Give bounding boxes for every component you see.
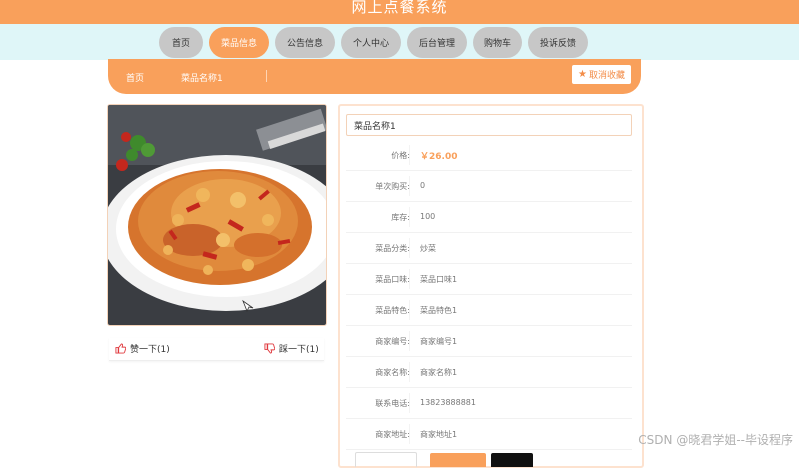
breadcrumb-separator <box>266 70 267 82</box>
unfavorite-button[interactable]: ★ 取消收藏 <box>572 65 631 84</box>
unfavorite-label: 取消收藏 <box>588 71 625 81</box>
detail-label: 联系电话: <box>375 399 410 408</box>
detail-row-stock: 库存: 100 <box>346 201 632 233</box>
nav-complaints[interactable]: 投诉反馈 <box>528 27 588 58</box>
detail-label: 菜品特色: <box>375 306 410 315</box>
phone-value: 13823888881 <box>420 398 476 407</box>
dish-image <box>107 104 327 326</box>
buy-now-button[interactable] <box>491 453 533 467</box>
top-header: 网上点餐系统 <box>0 0 799 24</box>
quantity-stepper[interactable] <box>355 452 417 467</box>
nav-personal-center[interactable]: 个人中心 <box>341 27 401 58</box>
category-value: 炒菜 <box>420 244 436 253</box>
merchant-id-value: 商家编号1 <box>420 337 458 346</box>
detail-row-category: 菜品分类: 炒菜 <box>346 232 632 264</box>
detail-row-quantity: 单次购买: 0 <box>346 170 632 202</box>
dish-detail-card: 菜品名称1 价格: ￥26.00 单次购买: 0 库存: 100 菜品分类: 炒… <box>338 104 644 468</box>
star-icon: ★ <box>578 69 587 80</box>
merchant-name-value: 商家名称1 <box>420 368 458 377</box>
dislike-label: 踩一下(1) <box>279 345 319 355</box>
thumbs-down-icon <box>264 343 275 354</box>
dish-photo <box>108 105 326 325</box>
nav-dish-info[interactable]: 菜品信息 <box>209 27 269 58</box>
thumbs-up-icon <box>115 343 126 354</box>
nav-home[interactable]: 首页 <box>159 27 203 58</box>
app-title: 网上点餐系统 <box>351 0 448 16</box>
vote-bar: 赞一下(1) 踩一下(1) <box>109 338 324 361</box>
detail-row-address: 商家地址: 商家地址1 <box>346 418 632 450</box>
detail-row-phone: 联系电话: 13823888881 <box>346 387 632 419</box>
nav-notices[interactable]: 公告信息 <box>275 27 335 58</box>
watermark: CSDN @晓君学姐--毕设程序 <box>638 433 793 447</box>
detail-label: 库存: <box>391 213 410 222</box>
detail-label: 商家编号: <box>375 337 410 346</box>
detail-row-price: 价格: ￥26.00 <box>346 139 632 171</box>
breadcrumb: 首页 菜品名称1 ★ 取消收藏 <box>108 59 641 94</box>
nav-admin[interactable]: 后台管理 <box>407 27 467 58</box>
feature-value: 菜品特色1 <box>420 306 458 315</box>
dislike-button[interactable]: 踩一下(1) <box>264 342 319 355</box>
breadcrumb-current: 菜品名称1 <box>181 74 223 84</box>
address-value: 商家地址1 <box>420 430 458 439</box>
detail-label: 单次购买: <box>375 182 410 191</box>
detail-label: 菜品口味: <box>375 275 410 284</box>
like-label: 赞一下(1) <box>130 345 170 355</box>
add-to-cart-button[interactable] <box>430 453 486 467</box>
detail-row-merchant-name: 商家名称: 商家名称1 <box>346 356 632 388</box>
quantity-value: 0 <box>420 181 426 190</box>
like-button[interactable]: 赞一下(1) <box>115 342 170 355</box>
main-nav: 首页 菜品信息 公告信息 个人中心 后台管理 购物车 投诉反馈 <box>159 27 588 59</box>
detail-label: 商家地址: <box>375 430 410 439</box>
price-value: ￥26.00 <box>420 152 458 162</box>
flavor-value: 菜品口味1 <box>420 275 458 284</box>
dish-name: 菜品名称1 <box>346 114 632 136</box>
detail-row-merchant-id: 商家编号: 商家编号1 <box>346 325 632 357</box>
detail-label: 商家名称: <box>375 368 410 377</box>
breadcrumb-home[interactable]: 首页 <box>126 71 144 84</box>
stock-value: 100 <box>420 212 436 221</box>
detail-row-feature: 菜品特色: 菜品特色1 <box>346 294 632 326</box>
detail-label: 菜品分类: <box>375 244 410 253</box>
nav-cart[interactable]: 购物车 <box>473 27 522 58</box>
detail-row-flavor: 菜品口味: 菜品口味1 <box>346 263 632 295</box>
detail-label: 价格: <box>391 151 410 160</box>
